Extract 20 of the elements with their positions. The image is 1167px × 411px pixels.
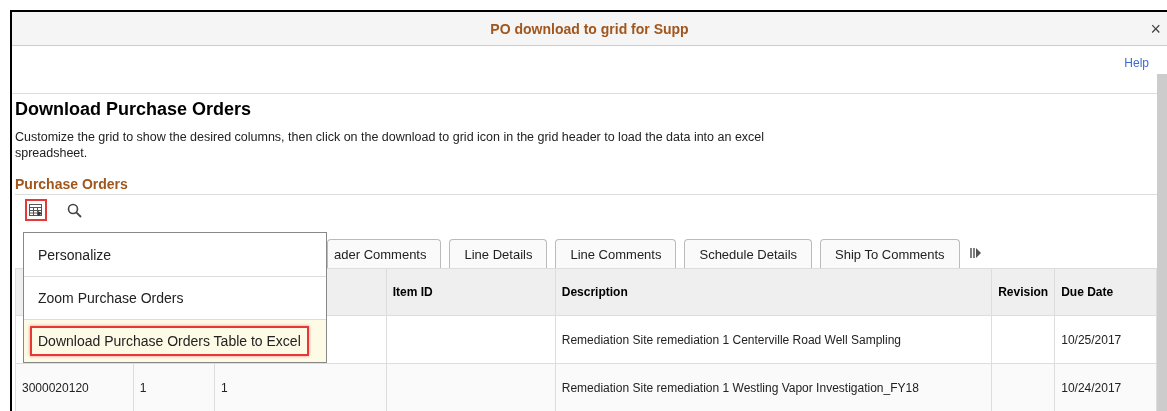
close-button[interactable]: ×	[1150, 19, 1161, 40]
grid-menu-icon[interactable]	[25, 199, 47, 221]
page-heading: Download Purchase Orders	[15, 99, 253, 120]
tab[interactable]: Line Details	[449, 239, 548, 268]
column-header: Due Date	[1054, 268, 1157, 316]
column-header: Description	[555, 268, 992, 316]
tab[interactable]: Line Comments	[555, 239, 677, 268]
help-link[interactable]: Help	[1124, 56, 1149, 70]
column-header: Item ID	[386, 268, 556, 316]
table-cell: 10/25/2017	[1054, 315, 1157, 364]
more-tabs-icon[interactable]	[969, 247, 982, 259]
grid-title: Purchase Orders	[15, 176, 1157, 195]
column-header: Revision	[991, 268, 1055, 316]
table-cell: Remediation Site remediation 1 Centerville Road Well Sampling	[555, 315, 992, 364]
menu-item[interactable]: Download Purchase Orders Table to Excel	[24, 319, 326, 362]
tab[interactable]: ader Comments	[327, 239, 442, 268]
window-title: PO download to grid for Supp	[490, 20, 689, 37]
tab[interactable]: Schedule Details	[684, 239, 813, 268]
tab[interactable]: Ship To Comments	[820, 239, 960, 268]
instructions-text: Customize the grid to show the desired columns, then click on the download to grid icon in the grid header to load the data into an excel spreadsheet.	[15, 129, 766, 161]
